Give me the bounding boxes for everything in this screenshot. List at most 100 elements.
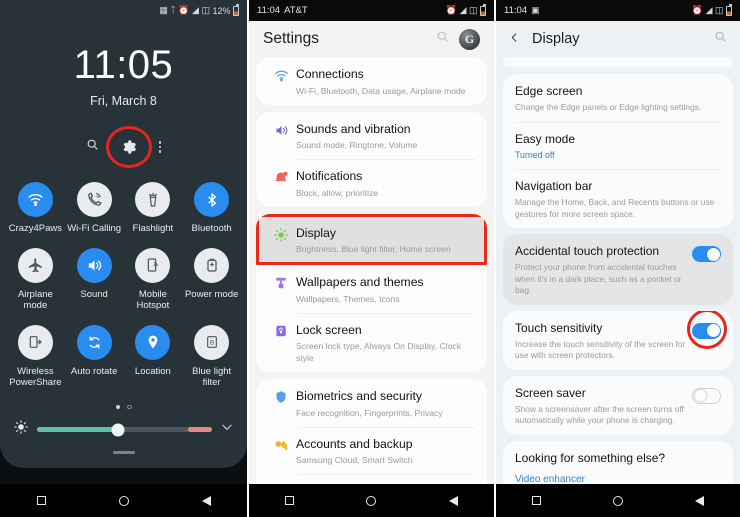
brightness-slider-knob[interactable] <box>111 423 124 436</box>
sound-icon[interactable] <box>76 247 112 283</box>
toggle-knob <box>706 324 720 337</box>
display-row-accidental-touch[interactable]: Accidental touch protection Protect your… <box>503 234 733 305</box>
settings-row-subtitle: Face recognition, Fingerprints, Privacy <box>296 407 443 418</box>
row-title: Touch sensitivity <box>515 320 603 335</box>
qs-tile[interactable]: B Blue light filter <box>182 324 241 389</box>
display-row-easy-mode[interactable]: Easy mode Turned off <box>503 121 733 170</box>
qs-tile[interactable]: Bluetooth <box>182 182 241 235</box>
qs-tile-label: Blue light filter <box>192 365 232 389</box>
qs-tile-label: Sound <box>80 288 108 300</box>
display-group: Accidental touch protection Protect your… <box>503 234 733 305</box>
settings-row-sounds[interactable]: Sounds and vibration Sound mode, Rington… <box>256 112 487 160</box>
qs-tile[interactable]: Sound <box>65 247 124 312</box>
paint-roller-icon <box>266 273 296 290</box>
recents-icon[interactable] <box>285 496 295 505</box>
row-subtitle: Manage the Home, Back, and Recents butto… <box>515 197 715 219</box>
back-chevron-icon[interactable] <box>509 31 520 47</box>
more-icon[interactable] <box>158 141 162 153</box>
quick-settings-tiles: Crazy4Paws Wi-Fi Calling Flashlight Blue… <box>0 182 247 389</box>
back-icon[interactable] <box>201 495 211 506</box>
display-row-screen-saver[interactable]: Screen saver Show a screensaver after th… <box>503 376 733 435</box>
drag-handle[interactable] <box>112 451 135 454</box>
svg-text:B: B <box>209 340 214 347</box>
hotspot-icon[interactable] <box>135 247 171 283</box>
qs-tile-label: Auto rotate <box>70 365 118 377</box>
display-footer: Looking for something else? Video enhanc… <box>503 440 733 485</box>
recents-icon[interactable] <box>532 496 541 505</box>
alarm-icon: ⏰ <box>445 5 458 15</box>
qs-tile[interactable]: Crazy4Paws <box>6 182 65 235</box>
chevron-down-icon[interactable] <box>220 420 234 439</box>
row-subtitle: Change the Edge panels or Edge lighting … <box>515 102 702 112</box>
qs-tile[interactable]: Wi-Fi Calling <box>65 182 124 235</box>
toggle-knob <box>706 247 720 261</box>
flashlight-icon[interactable] <box>135 182 171 217</box>
settings-row-biometrics[interactable]: Biometrics and security Face recognition… <box>256 379 487 427</box>
avatar[interactable]: G <box>459 28 480 50</box>
quick-settings-sheet: 11:05 Fri, March 8 Crazy4Paws Wi-Fi Call… <box>0 21 247 468</box>
settings-row-title: Connections <box>296 67 364 81</box>
battery-icon <box>726 4 732 16</box>
recents-icon[interactable] <box>36 496 46 505</box>
settings-row-display[interactable]: Display Brightness, Blue light filter, H… <box>256 213 487 265</box>
qs-tile[interactable]: Auto rotate <box>65 324 124 389</box>
qs-tile-label: Power mode <box>184 288 239 300</box>
back-icon[interactable] <box>448 495 458 506</box>
qs-tile[interactable]: Airplane mode <box>6 247 65 312</box>
power-mode-icon[interactable] <box>194 247 230 283</box>
display-row-edge-screen[interactable]: Edge screen Change the Edge panels or Ed… <box>503 74 733 122</box>
location-icon[interactable] <box>135 324 171 360</box>
row-title: Edge screen <box>515 84 583 98</box>
screen-saver-toggle[interactable] <box>692 387 721 404</box>
wifi-icon[interactable] <box>17 182 53 217</box>
wifi-calling-icon[interactable] <box>76 182 112 217</box>
brightness-slider[interactable] <box>37 423 212 436</box>
home-icon[interactable] <box>613 495 623 506</box>
settings-row-title: Biometrics and security <box>296 389 422 403</box>
qs-tile[interactable]: Wireless PowerShare <box>6 324 65 389</box>
back-icon[interactable] <box>695 495 704 506</box>
qs-tile[interactable]: Flashlight <box>124 182 183 235</box>
panel-settings: 11:04 AT&T ⏰ ◢ ◫ Settings G Connections … <box>247 0 494 517</box>
blue-light-filter-icon[interactable]: B <box>194 324 230 360</box>
search-icon[interactable] <box>714 30 727 48</box>
airplane-icon[interactable] <box>17 247 53 283</box>
wifi-icon: ◢ <box>459 5 467 15</box>
quick-settings-toolbar <box>0 126 247 168</box>
wireless-powershare-icon[interactable] <box>17 324 53 360</box>
search-icon[interactable] <box>436 30 449 48</box>
search-icon[interactable] <box>86 138 99 156</box>
settings-row-notifications[interactable]: Notifications Block, allow, prioritize <box>256 159 487 207</box>
qs-tile[interactable]: Location <box>124 324 183 389</box>
settings-row-wallpapers[interactable]: Wallpapers and themes Wallpapers, Themes… <box>256 265 487 313</box>
settings-row-connections[interactable]: Connections Wi-Fi, Bluetooth, Data usage… <box>256 57 487 105</box>
qs-tile[interactable]: Mobile Hotspot <box>124 247 183 312</box>
settings-row-subtitle: Brightness, Blue light filter, Home scre… <box>296 244 451 254</box>
signal-icon: ◫ <box>201 5 210 15</box>
qs-tile-label: Bluetooth <box>191 223 232 234</box>
qs-tile[interactable]: Power mode <box>182 247 241 312</box>
display-row-touch-sensitivity[interactable]: Touch sensitivity Increase the touch sen… <box>503 310 733 370</box>
auto-rotate-icon[interactable] <box>76 324 112 360</box>
touch-sensitivity-toggle-wrap <box>686 310 727 349</box>
bluetooth-icon[interactable] <box>194 182 230 217</box>
qs-tile-label: Airplane mode <box>17 288 53 312</box>
signal-icon: ◫ <box>714 5 724 15</box>
footer-link-video-enhancer[interactable]: Video enhancer <box>515 474 721 485</box>
home-icon[interactable] <box>118 495 129 506</box>
display-row-navigation-bar[interactable]: Navigation bar Manage the Home, Back, an… <box>503 169 733 228</box>
photo-icon: ▣ <box>531 5 540 15</box>
accidental-touch-toggle[interactable] <box>692 246 721 262</box>
settings-row-accounts[interactable]: Accounts and backup Samsung Cloud, Smart… <box>256 426 487 475</box>
settings-body: Settings G Connections Wi-Fi, Bluetooth,… <box>249 21 494 484</box>
display-partial-card <box>503 57 733 67</box>
settings-row-google[interactable]: G Google Google settings <box>256 474 487 484</box>
page-dot-active[interactable] <box>115 404 120 409</box>
home-icon[interactable] <box>366 495 377 506</box>
page-dot[interactable] <box>127 404 132 409</box>
touch-sensitivity-toggle[interactable] <box>692 322 721 339</box>
status-bar-panel1: ▦ ᛏ ⏰ ◢ ◫ 12% <box>0 0 247 21</box>
settings-gear-button[interactable] <box>105 126 152 168</box>
wifi-icon <box>266 65 296 83</box>
settings-row-lock-screen[interactable]: Lock screen Screen lock type, Always On … <box>256 312 487 373</box>
